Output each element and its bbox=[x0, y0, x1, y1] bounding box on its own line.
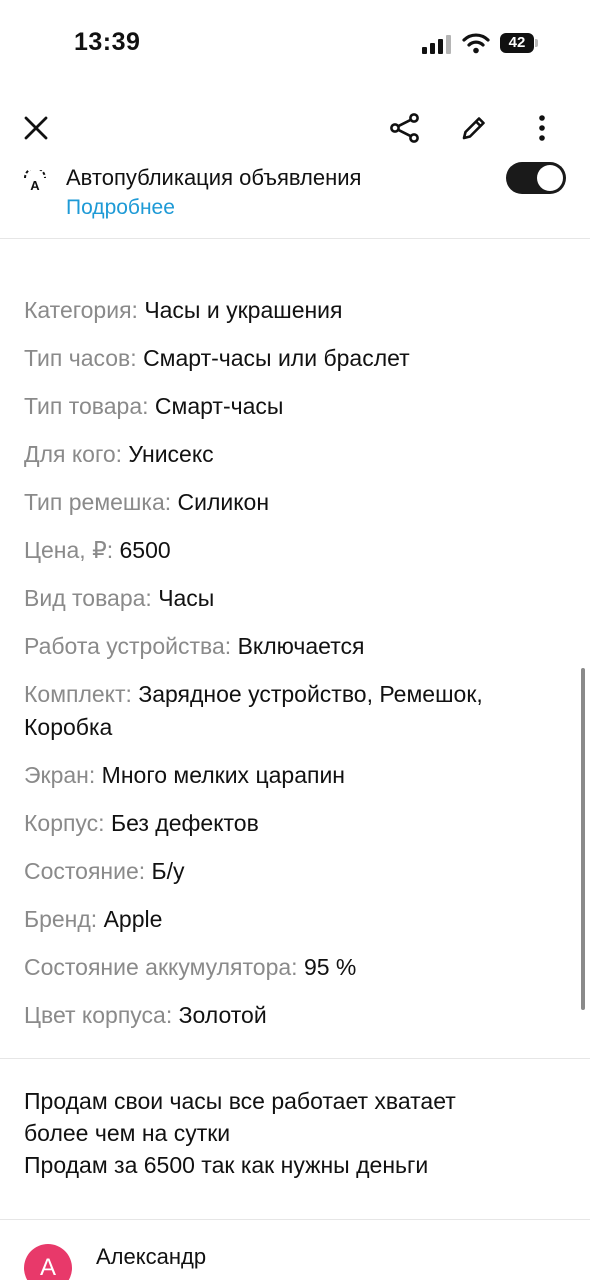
param-row: Бренд: Apple bbox=[24, 903, 544, 936]
param-value: Много мелких царапин bbox=[101, 762, 346, 788]
param-key: Вид товара: bbox=[24, 585, 152, 611]
share-icon bbox=[390, 113, 419, 143]
toggle-knob bbox=[537, 165, 563, 191]
autopublish-row: A Автопубликация объявления Подробнее bbox=[0, 160, 590, 238]
listing-parameters: Категория: Часы и украшения Тип часов: См… bbox=[24, 294, 544, 1047]
more-vertical-icon bbox=[539, 115, 545, 141]
param-key: Для кого: bbox=[24, 441, 123, 467]
param-row: Категория: Часы и украшения bbox=[24, 294, 544, 327]
param-key: Цена, ₽: bbox=[24, 537, 114, 563]
param-value: Силикон bbox=[177, 489, 270, 515]
divider bbox=[0, 1219, 590, 1220]
param-row: Для кого: Унисекс bbox=[24, 438, 544, 471]
param-row: Цена, ₽: 6500 bbox=[24, 534, 544, 567]
param-row: Экран: Много мелких царапин bbox=[24, 759, 544, 792]
param-value: Золотой bbox=[178, 1002, 267, 1028]
close-button[interactable] bbox=[14, 106, 58, 150]
param-value: Смарт-часы bbox=[154, 393, 284, 419]
top-toolbar bbox=[0, 96, 590, 166]
cellular-signal-icon bbox=[422, 34, 454, 54]
param-row: Корпус: Без дефектов bbox=[24, 807, 544, 840]
param-row: Состояние: Б/у bbox=[24, 855, 544, 888]
param-value: Часы и украшения bbox=[144, 297, 343, 323]
param-key: Корпус: bbox=[24, 810, 105, 836]
param-value: Без дефектов bbox=[110, 810, 259, 836]
param-key: Категория: bbox=[24, 297, 138, 323]
autopublish-toggle[interactable] bbox=[506, 162, 566, 194]
battery-level: 42 bbox=[500, 33, 534, 53]
description-line: Продам за 6500 так как нужны деньги bbox=[24, 1152, 429, 1178]
wifi-icon bbox=[462, 32, 490, 54]
param-value: Apple bbox=[103, 906, 163, 932]
autopublish-title: Автопубликация объявления bbox=[66, 165, 362, 190]
description-line: более чем на сутки bbox=[24, 1120, 231, 1146]
edit-icon bbox=[462, 117, 485, 140]
param-key: Цвет корпуса: bbox=[24, 1002, 173, 1028]
autopublish-icon: A bbox=[22, 167, 48, 194]
param-row: Тип часов: Смарт-часы или браслет bbox=[24, 342, 544, 375]
divider bbox=[0, 1058, 590, 1059]
seller-name[interactable]: Александр bbox=[96, 1244, 206, 1270]
seller-avatar[interactable]: А bbox=[24, 1244, 72, 1280]
param-row: Состояние аккумулятора: 95 % bbox=[24, 951, 544, 984]
param-row: Работа устройства: Включается bbox=[24, 630, 544, 663]
param-key: Тип товара: bbox=[24, 393, 149, 419]
edit-button[interactable] bbox=[452, 106, 496, 150]
param-value: 95 % bbox=[303, 954, 357, 980]
param-row: Тип ремешка: Силикон bbox=[24, 486, 544, 519]
status-time: 13:39 bbox=[74, 28, 141, 56]
param-key: Бренд: bbox=[24, 906, 98, 932]
scrollbar[interactable] bbox=[581, 668, 585, 1010]
param-key: Экран: bbox=[24, 762, 96, 788]
close-icon bbox=[24, 116, 48, 140]
param-key: Состояние: bbox=[24, 858, 146, 884]
share-button[interactable] bbox=[383, 106, 427, 150]
svg-text:A: A bbox=[30, 178, 40, 193]
param-key: Тип часов: bbox=[24, 345, 137, 371]
param-key: Состояние аккумулятора: bbox=[24, 954, 298, 980]
param-key: Работа устройства: bbox=[24, 633, 232, 659]
param-value: Включается bbox=[237, 633, 365, 659]
listing-page: 13:39 42 A Автопубликация объявления Под… bbox=[0, 0, 590, 1280]
more-options-button[interactable] bbox=[520, 106, 564, 150]
param-value: Часы bbox=[158, 585, 215, 611]
param-row: Комплект: Зарядное устройство, Ремешок, … bbox=[24, 678, 544, 744]
battery-icon: 42 bbox=[500, 33, 540, 53]
status-bar: 13:39 42 bbox=[0, 0, 590, 90]
param-row: Вид товара: Часы bbox=[24, 582, 544, 615]
divider bbox=[0, 238, 590, 239]
param-value: Унисекс bbox=[128, 441, 214, 467]
param-value: Смарт-часы или браслет bbox=[143, 345, 410, 371]
param-value: Б/у bbox=[151, 858, 185, 884]
param-row: Цвет корпуса: Золотой bbox=[24, 999, 544, 1032]
param-key: Тип ремешка: bbox=[24, 489, 172, 515]
param-value: 6500 bbox=[119, 537, 171, 563]
autopublish-more-link[interactable]: Подробнее bbox=[66, 196, 175, 220]
param-key: Комплект: bbox=[24, 681, 132, 707]
description-line: Продам свои часы все работает хватает bbox=[24, 1088, 456, 1114]
listing-description: Продам свои часы все работает хватает бо… bbox=[24, 1085, 564, 1181]
param-row: Тип товара: Смарт-часы bbox=[24, 390, 544, 423]
